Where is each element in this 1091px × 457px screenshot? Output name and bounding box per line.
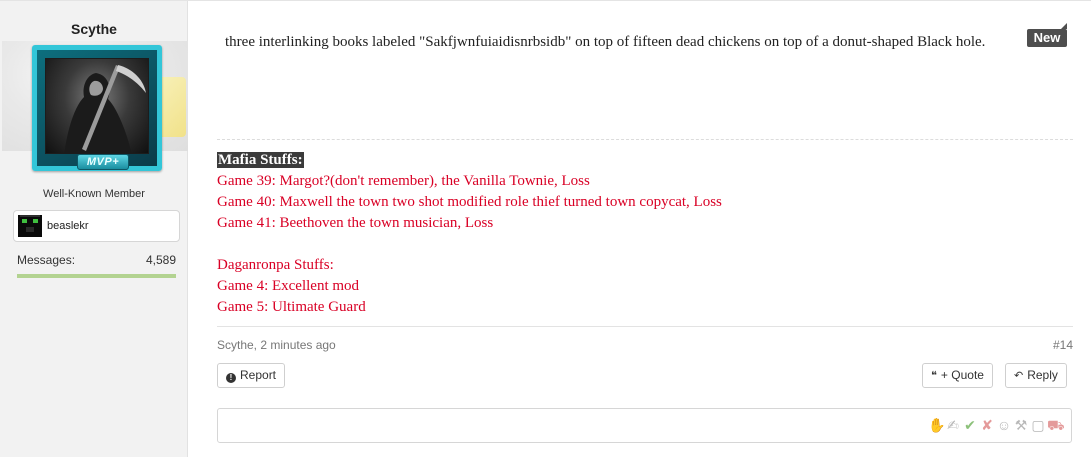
mvp-badge: MVP+ — [77, 154, 129, 170]
signature-subheading: Daganronpa Stuffs: — [217, 257, 334, 273]
avatar[interactable]: MVP+ — [32, 45, 162, 171]
signature-line: Game 40: Maxwell the town two shot modif… — [217, 194, 722, 210]
x-icon[interactable]: ✘ — [979, 417, 995, 433]
meta-divider — [217, 326, 1073, 327]
report-label: Report — [240, 368, 277, 382]
quick-reply-box[interactable]: ✋ ✍ ✔ ✘ ☺ ⚒ ▢ ⛟ — [217, 408, 1072, 443]
messages-label: Messages: — [17, 253, 76, 267]
signature: Mafia Stuffs: Game 39: Margot?(don't rem… — [217, 150, 1073, 318]
forum-post: Scythe MVP+ Well-Known Member beaslekr M… — [0, 0, 1091, 457]
tools-icon[interactable]: ⚒ — [1013, 417, 1029, 433]
report-button[interactable]: ! Report — [217, 363, 286, 388]
signature-line: Game 39: Margot?(don't remember), the Va… — [217, 173, 590, 189]
thumbs-up-icon[interactable]: ✋ — [928, 417, 945, 433]
quote-icon: ❝ — [931, 370, 937, 382]
quote-button[interactable]: ❝ + Quote — [922, 363, 993, 388]
linked-account-avatar — [18, 215, 42, 237]
avatar-image — [45, 58, 149, 154]
linked-account-name: beaslekr — [47, 220, 89, 232]
smile-icon[interactable]: ☺ — [996, 417, 1012, 433]
messages-count: 4,589 — [145, 253, 176, 267]
username[interactable]: Scythe — [0, 21, 188, 37]
new-badge: New — [1027, 23, 1067, 47]
reply-icon: ↶ — [1014, 370, 1024, 382]
user-sidebar: Scythe MVP+ Well-Known Member beaslekr M… — [0, 1, 188, 457]
truck-icon[interactable]: ⛟ — [1047, 417, 1065, 433]
post-author-time[interactable]: Scythe, 2 minutes ago — [217, 338, 336, 352]
reply-label: Reply — [1027, 368, 1058, 382]
signature-line: Game 41: Beethoven the town musician, Lo… — [217, 215, 494, 231]
quote-label: + Quote — [940, 368, 984, 382]
signature-line: Game 5: Ultimate Guard — [217, 299, 366, 315]
thumbs-down-icon[interactable]: ✍ — [945, 417, 961, 433]
signature-divider — [217, 139, 1073, 140]
alert-icon: ! — [226, 373, 236, 383]
reply-button[interactable]: ↶ Reply — [1005, 363, 1067, 388]
post-body: three interlinking books labeled "Sakfjw… — [225, 34, 986, 50]
linked-account[interactable]: beaslekr — [13, 210, 180, 242]
signature-line: Game 4: Excellent mod — [217, 278, 360, 294]
reaction-bar: ✋ ✍ ✔ ✘ ☺ ⚒ ▢ ⛟ — [928, 417, 1065, 435]
signature-heading: Mafia Stuffs: — [217, 152, 304, 168]
box-icon[interactable]: ▢ — [1030, 417, 1046, 433]
check-icon[interactable]: ✔ — [962, 417, 978, 433]
post-number[interactable]: #14 — [1053, 338, 1073, 352]
post-main: New three interlinking books labeled "Sa… — [217, 1, 1073, 457]
messages-bar — [17, 274, 176, 278]
user-title: Well-Known Member — [43, 188, 145, 200]
signature-spacer — [217, 234, 1073, 255]
